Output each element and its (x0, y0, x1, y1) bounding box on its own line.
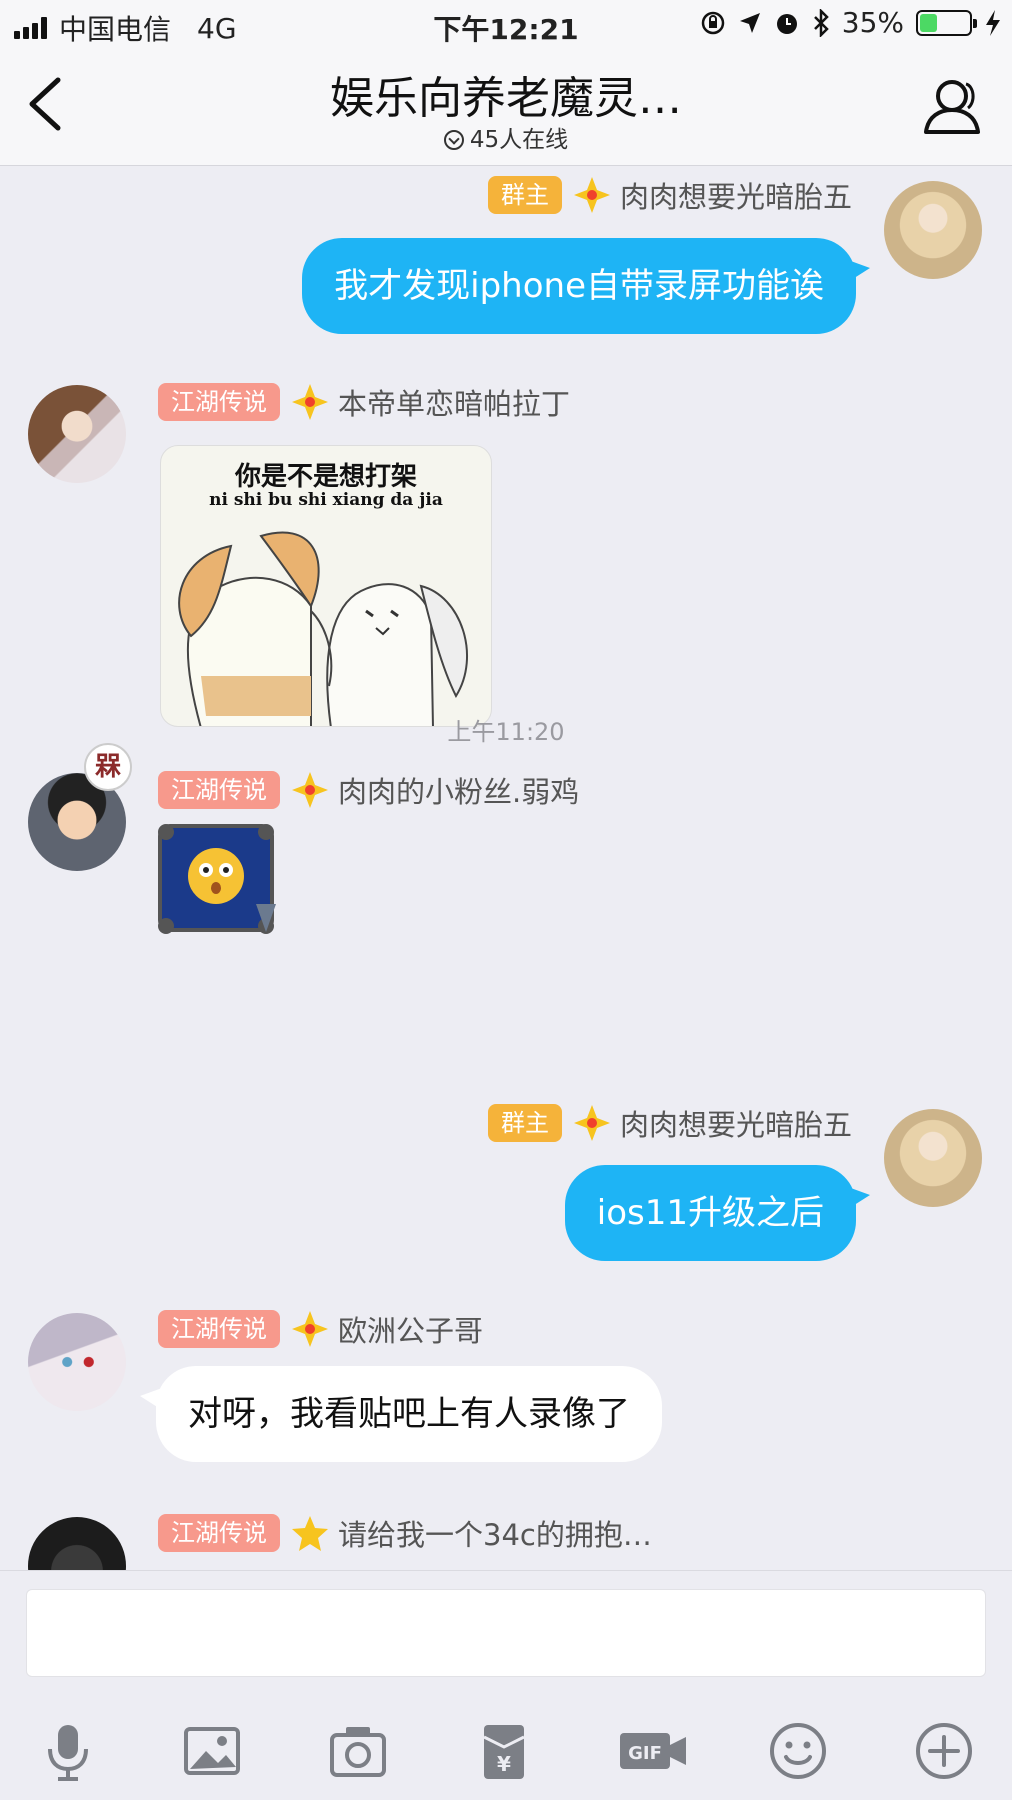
message-bubble[interactable]: 对呀，我看贴吧上有人录像了 (156, 1366, 662, 1462)
red-packet-icon[interactable]: ¥ (472, 1719, 536, 1783)
screen-lock-icon (701, 11, 725, 34)
message-bubble[interactable]: 我才发现iphone自带录屏功能诶 (302, 238, 856, 334)
svg-text:¥: ¥ (497, 1752, 511, 1776)
diamond-badge-icon (292, 1311, 328, 1347)
location-icon (739, 12, 760, 33)
message-meta: 群主 肉肉想要光暗胎五 (487, 1102, 852, 1144)
legend-tag: 江湖传说 (158, 1514, 280, 1552)
message-meta: 江湖传说 欧洲公子哥 (158, 1309, 483, 1349)
nickname[interactable]: 本帝单恋暗帕拉丁 (338, 381, 570, 423)
plus-icon[interactable] (912, 1719, 976, 1783)
rabbits-illustration (178, 531, 469, 726)
nickname[interactable]: 肉肉想要光暗胎五 (620, 174, 852, 216)
nickname[interactable]: 肉肉的小粉丝.弱鸡 (338, 769, 579, 811)
message-meta: 群主 肉肉想要光暗胎五 (487, 174, 852, 216)
battery-icon (916, 9, 977, 36)
bluetooth-icon (813, 8, 829, 37)
input-bar: ¥ GIF (0, 1570, 1012, 1800)
camera-icon[interactable] (326, 1719, 390, 1783)
avatar[interactable] (28, 1517, 126, 1570)
diamond-badge-icon (573, 177, 610, 213)
nickname[interactable]: 欧洲公子哥 (338, 1308, 483, 1350)
battery-level (920, 13, 937, 32)
legend-tag: 江湖传说 (158, 383, 280, 421)
surprised-emoji-sticker[interactable] (152, 820, 282, 938)
status-bar: 中国电信 4G 下午12:21 35% (0, 0, 1012, 50)
timestamp: 上午11:20 (447, 718, 565, 746)
owner-tag: 群主 (487, 1104, 562, 1142)
message-list[interactable]: 群主 肉肉想要光暗胎五 我才发现iphone自带录屏功能诶 江湖传说 本帝单恋暗… (0, 167, 1012, 1570)
nickname[interactable]: 请给我一个34c的拥抱… (338, 1512, 652, 1554)
meme-caption: 你是不是想打架 (234, 462, 417, 492)
owner-tag: 群主 (487, 176, 562, 214)
avatar[interactable] (28, 385, 126, 483)
meme-pinyin: ni shi bu shi xiang da jia (209, 490, 443, 510)
nickname[interactable]: 肉肉想要光暗胎五 (620, 1102, 852, 1144)
charging-icon (986, 9, 1000, 36)
alarm-icon (776, 13, 797, 34)
meme-image[interactable]: 你是不是想打架 ni shi bu shi xiang da jia (160, 445, 492, 727)
bubble-tail (848, 1187, 870, 1209)
message-meta: 江湖传说 请给我一个34c的拥抱… (158, 1513, 652, 1553)
toolbar: ¥ GIF (0, 1711, 1012, 1791)
online-status[interactable]: 45人在线 (0, 120, 1012, 154)
bubble-tail (848, 260, 870, 282)
diamond-badge-icon (292, 772, 328, 808)
diamond-badge-icon (292, 384, 328, 420)
emoji-icon[interactable] (766, 1719, 830, 1783)
chevron-down-icon (443, 130, 464, 150)
legend-tag: 江湖传说 (158, 771, 280, 809)
star-badge-icon (292, 1516, 328, 1551)
corner-badge: 槑 (84, 743, 132, 791)
chat-header: 娱乐向养老魔灵… 45人在线 (0, 50, 1012, 166)
svg-text:GIF: GIF (628, 1743, 662, 1764)
group-title[interactable]: 娱乐向养老魔灵… (0, 62, 1012, 126)
message-meta: 江湖传说 肉肉的小粉丝.弱鸡 (158, 770, 579, 810)
legend-tag: 江湖传说 (158, 1310, 280, 1348)
diamond-badge-icon (573, 1105, 610, 1141)
message-bubble[interactable]: ios11升级之后 (564, 1165, 856, 1261)
battery-percent: 35% (841, 6, 904, 39)
status-right: 35% (700, 6, 1002, 39)
gif-icon[interactable]: GIF (618, 1719, 690, 1783)
message-input[interactable] (26, 1589, 986, 1677)
avatar[interactable] (884, 181, 982, 279)
message-meta: 江湖传说 本帝单恋暗帕拉丁 (158, 382, 570, 422)
group-members-icon[interactable] (918, 72, 986, 140)
online-count: 45人在线 (469, 127, 569, 153)
avatar[interactable] (28, 1313, 126, 1411)
microphone-icon[interactable] (36, 1719, 100, 1783)
avatar[interactable] (884, 1109, 982, 1207)
image-icon[interactable] (180, 1719, 244, 1783)
